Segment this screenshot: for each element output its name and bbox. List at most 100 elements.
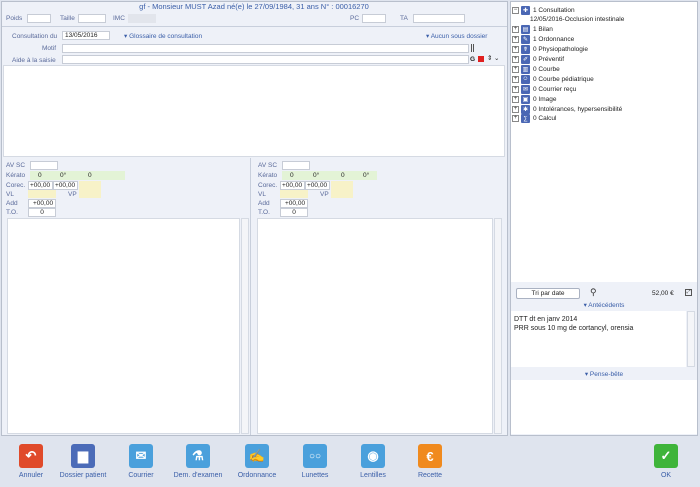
annuler-button[interactable]: ↶ Annuler (3, 444, 59, 484)
recette-button[interactable]: € Recette (402, 444, 458, 484)
correc-field-2[interactable]: +00,00 (53, 181, 78, 190)
checkmark-icon: ✓ (654, 444, 678, 468)
pc-field[interactable] (362, 14, 386, 23)
correc-label: Corec. (6, 182, 26, 189)
kerato-axis: 0° (313, 172, 320, 179)
chevron-down-icon[interactable]: ⌄ (494, 54, 499, 62)
vl-field[interactable] (28, 190, 56, 198)
vp-field[interactable] (79, 190, 101, 198)
tree-item[interactable]: + ☤ 0 Physiopathologie (512, 45, 588, 55)
consultation-date-field[interactable]: 13/05/2016 (62, 31, 110, 40)
consultation-notes-area[interactable] (3, 65, 505, 157)
tree-item[interactable]: + ▣ 0 Image (512, 94, 557, 104)
tree-item[interactable]: + ▥ 0 Courbe (512, 64, 560, 74)
motif-input[interactable] (62, 44, 469, 53)
to-field[interactable]: 0 (28, 208, 56, 217)
correc-field-3[interactable] (331, 181, 353, 190)
tree-item[interactable]: + ✎ 1 Ordonnance (512, 35, 574, 45)
correc-label: Corec. (258, 182, 278, 189)
tree-child-item[interactable]: 12/05/2016-Occlusion intestinale (530, 15, 624, 25)
stepper-icon[interactable]: ⇕ (487, 54, 492, 62)
kerato-axis-2: 0° (363, 172, 370, 179)
add-field[interactable]: +00,00 (28, 199, 56, 208)
dem-examen-button[interactable]: ⚗ Dem. d'examen (170, 444, 226, 484)
tree-item[interactable]: + ☺ 0 Courbe pédiatrique (512, 74, 594, 84)
expand-icon[interactable]: + (512, 105, 519, 113)
antecedents-label: Antécédents (588, 302, 625, 309)
amount-value: 52,00 € (652, 290, 674, 297)
antecedents-header[interactable]: ▾ Antécédents (512, 301, 696, 309)
prescription-icon: ✍ (245, 444, 269, 468)
courrier-button[interactable]: ✉ Courrier (113, 444, 169, 484)
correc-field-3[interactable] (79, 181, 101, 190)
subfolder-dropdown[interactable]: ▾ Aucun sous dossier (426, 32, 487, 40)
folder-icon: ▆ (71, 444, 95, 468)
correc-field-1[interactable]: +00,00 (28, 181, 53, 190)
expand-icon[interactable]: + (512, 46, 519, 54)
expand-icon[interactable]: ⤢ (685, 289, 692, 296)
preventif-icon: ✐ (521, 55, 530, 64)
tree-item-label: 0 Préventif (533, 56, 565, 63)
collapse-icon[interactable]: − (512, 6, 519, 14)
lunettes-button[interactable]: ○○ Lunettes (287, 444, 343, 484)
expand-icon[interactable]: + (512, 26, 519, 34)
tree-item[interactable]: + ✱ 0 Intolérances, hypersensibilité (512, 104, 622, 114)
lens-icon: ◉ (361, 444, 385, 468)
motif-handle-icon[interactable] (471, 44, 475, 52)
sort-by-date-button[interactable]: Tri par date (516, 288, 580, 299)
tree-item-label: 0 Image (533, 95, 557, 103)
tree-item[interactable]: + ∑ 0 Calcul (512, 114, 556, 124)
scrollbar[interactable] (687, 311, 695, 367)
to-label: T.O. (6, 209, 18, 216)
tree-item-label: 1 Bilan (533, 26, 553, 34)
expand-icon[interactable]: + (512, 85, 519, 93)
expand-icon[interactable]: + (512, 36, 519, 44)
kerato-label: Kérato (258, 172, 278, 179)
euro-icon: € (418, 444, 442, 468)
search-icon[interactable]: ⚲ (590, 287, 597, 298)
pense-bete-header[interactable]: ▾ Pense-bête (512, 370, 696, 378)
consultation-date-label: Consultation du (12, 33, 58, 40)
poids-field[interactable] (27, 14, 51, 23)
vl-field[interactable] (280, 190, 308, 198)
kerato-value: 0 (290, 172, 294, 179)
expand-icon[interactable]: + (512, 75, 519, 83)
image-icon: ▣ (521, 94, 530, 104)
to-field[interactable]: 0 (280, 208, 308, 217)
vp-field[interactable] (331, 190, 353, 198)
antecedents-text[interactable]: DTT dt en janv 2014 PRR sous 10 mg de co… (511, 311, 686, 367)
intolerances-icon: ✱ (521, 104, 530, 114)
kerato-fields[interactable] (30, 171, 125, 180)
glossary-dropdown[interactable]: ▾ Glossaire de consultation (124, 32, 202, 40)
ordonnance-button[interactable]: ✍ Ordonnance (229, 444, 285, 484)
correc-field-1[interactable]: +00,00 (280, 181, 305, 190)
ta-field[interactable] (413, 14, 465, 23)
expand-icon[interactable]: + (512, 95, 519, 103)
courbe-pediatrique-icon: ☺ (521, 74, 530, 84)
tree-item[interactable]: + ✐ 0 Préventif (512, 55, 564, 65)
taille-field[interactable] (78, 14, 106, 23)
dossier-patient-button[interactable]: ▆ Dossier patient (55, 444, 111, 484)
eye-right-notes[interactable] (257, 218, 493, 434)
eye-left-notes[interactable] (7, 218, 240, 434)
dropdown-arrow-icon: ▾ (584, 371, 589, 378)
tree-item[interactable]: + ▤ 1 Bilan (512, 25, 553, 35)
ok-button[interactable]: ✓ OK (638, 444, 694, 484)
red-color-icon[interactable] (478, 56, 484, 62)
pense-bete-text[interactable] (511, 380, 697, 434)
scrollbar[interactable] (494, 218, 502, 434)
vp-label: VP (320, 191, 329, 198)
aide-saisie-input[interactable] (62, 55, 469, 64)
tree-item[interactable]: − ✚ 1 Consultation (512, 5, 575, 15)
add-field[interactable]: +00,00 (280, 199, 308, 208)
ordonnance-icon: ✎ (521, 35, 530, 45)
tree-item[interactable]: + ✉ 0 Courrier reçu (512, 84, 576, 94)
expand-icon[interactable]: + (512, 65, 519, 73)
expand-icon[interactable]: + (512, 115, 519, 123)
scrollbar[interactable] (241, 218, 249, 434)
correc-field-2[interactable]: +00,00 (305, 181, 330, 190)
av-sc-field[interactable] (30, 161, 58, 170)
expand-icon[interactable]: + (512, 56, 519, 63)
av-sc-field[interactable] (282, 161, 310, 170)
lentilles-button[interactable]: ◉ Lentilles (345, 444, 401, 484)
